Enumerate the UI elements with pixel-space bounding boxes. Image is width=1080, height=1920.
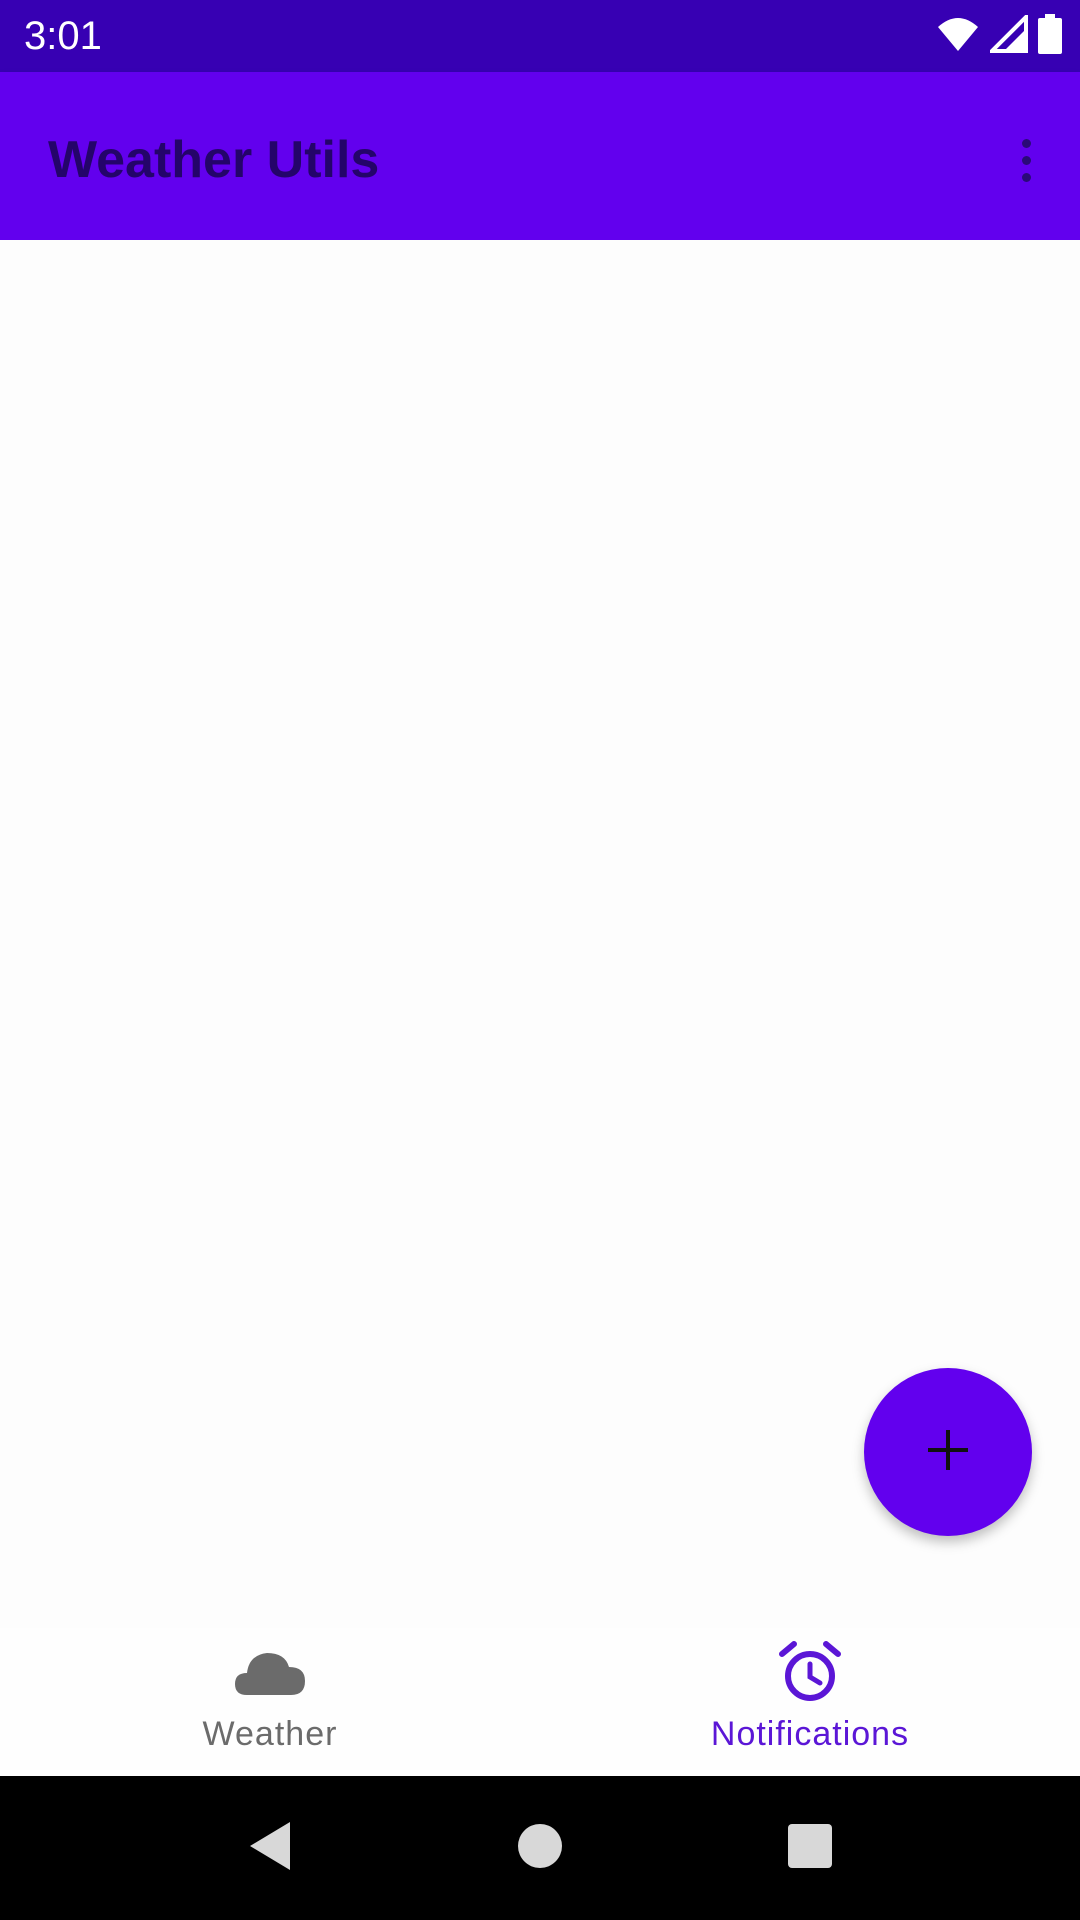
cellular-signal-icon bbox=[990, 15, 1028, 53]
app-title: Weather Utils bbox=[48, 131, 380, 189]
bottom-navigation: Weather Notifications bbox=[0, 1628, 1080, 1776]
nav-label-notifications: Notifications bbox=[710, 1715, 910, 1753]
nav-item-notifications[interactable]: Notifications bbox=[540, 1628, 1080, 1776]
alarm-clock-icon bbox=[778, 1640, 842, 1704]
cloud-icon bbox=[233, 1640, 307, 1704]
overflow-dot bbox=[1021, 172, 1031, 182]
nav-label-weather: Weather bbox=[202, 1715, 338, 1753]
nav-item-weather[interactable]: Weather bbox=[0, 1628, 540, 1776]
overflow-dot bbox=[1021, 155, 1031, 165]
app-bar: Weather Utils bbox=[0, 72, 1080, 240]
status-time: 3:01 bbox=[24, 14, 102, 58]
home-icon[interactable] bbox=[490, 1796, 590, 1896]
wifi-icon bbox=[936, 15, 980, 53]
status-icons bbox=[936, 14, 1062, 54]
add-notification-button[interactable] bbox=[864, 1368, 1032, 1536]
overflow-dot bbox=[1021, 138, 1031, 148]
recents-icon[interactable] bbox=[760, 1796, 860, 1896]
more-vert-icon[interactable] bbox=[1002, 128, 1050, 192]
battery-icon bbox=[1038, 14, 1062, 54]
add-icon bbox=[926, 1428, 970, 1477]
back-icon[interactable] bbox=[220, 1796, 320, 1896]
system-navigation-bar bbox=[0, 1776, 1080, 1920]
status-bar: 3:01 bbox=[0, 0, 1080, 72]
